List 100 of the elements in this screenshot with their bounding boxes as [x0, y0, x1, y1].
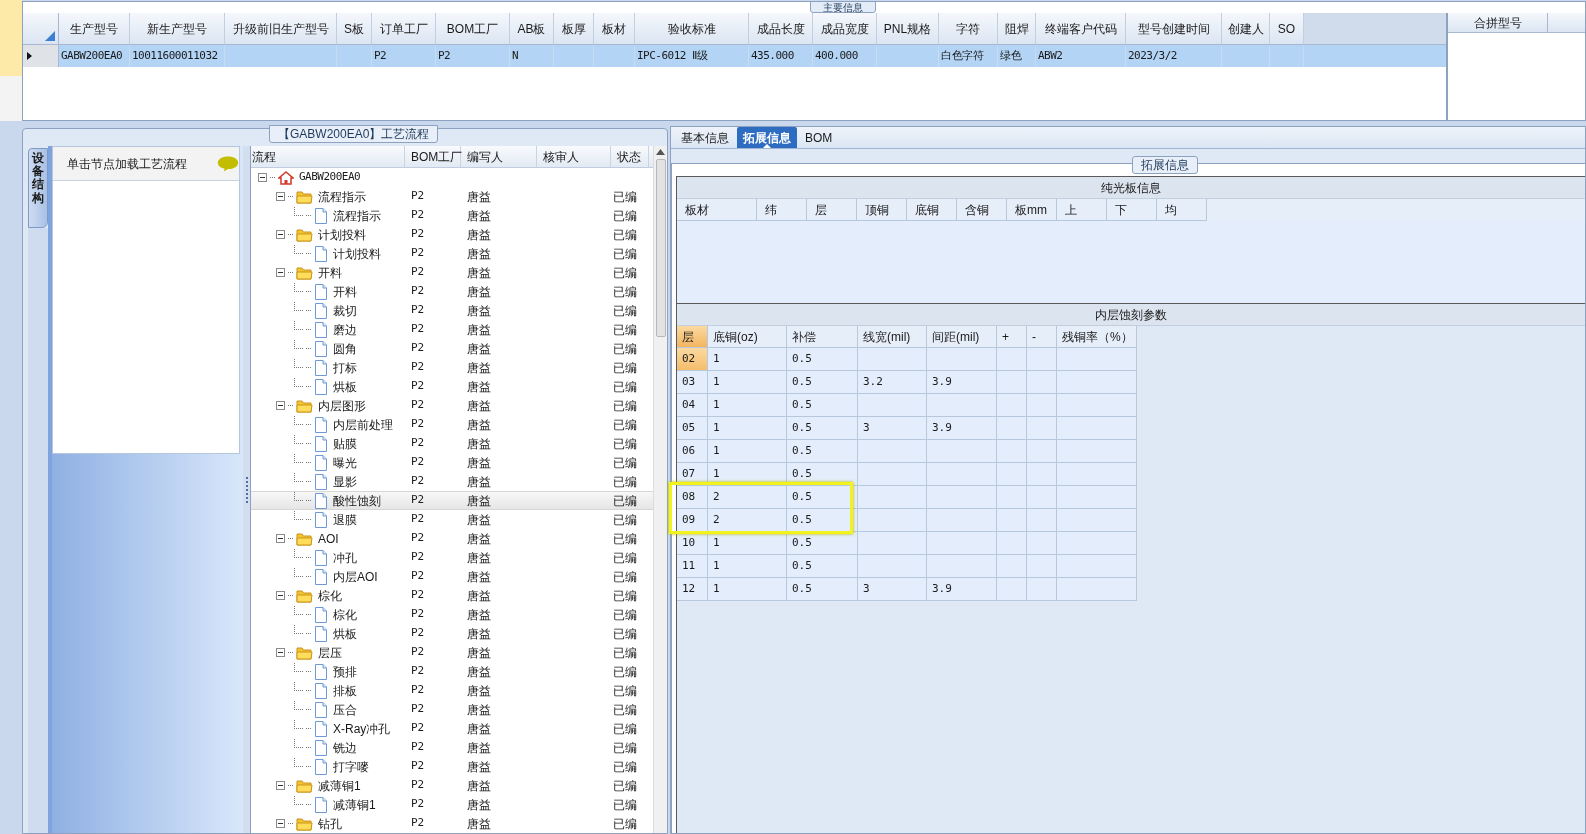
table-row[interactable]: GABW200EA0 10011600011032 P2 P2 N IPC-6012 Ⅱ级 435.000 400.000 白色字符 绿色 ABW2 2023/3/2 [23, 45, 1446, 67]
tree-row[interactable]: 裁切 P2 唐益 已编 [251, 301, 653, 320]
tree-row[interactable]: 压合 P2 唐益 已编 [251, 700, 653, 719]
tree-node-label[interactable]: 开料 [333, 282, 357, 301]
tree-row[interactable]: 曝光 P2 唐益 已编 [251, 453, 653, 472]
tree-row[interactable]: 内层图形 P2 唐益 已编 [251, 396, 653, 415]
table-row[interactable]: 12 1 0.5 3 3.9 [677, 578, 1137, 601]
tree-node-label[interactable]: 层压 [318, 643, 342, 662]
collapse-icon[interactable] [276, 401, 285, 410]
column-header[interactable]: + [997, 326, 1027, 348]
tree-node-label[interactable]: 钻孔 [318, 814, 342, 833]
column-header[interactable]: S板 [337, 13, 372, 44]
column-header[interactable]: AB板 [510, 13, 554, 44]
column-header[interactable]: 成品宽度 [813, 13, 877, 44]
tree-node-label[interactable]: 裁切 [333, 301, 357, 320]
scroll-thumb[interactable] [655, 159, 666, 337]
collapse-icon[interactable] [276, 230, 285, 239]
tree-row[interactable]: 流程指示 P2 唐益 已编 [251, 187, 653, 206]
column-header[interactable]: BOM工厂 [436, 13, 510, 44]
tree-node-label[interactable]: AOI [318, 529, 339, 548]
column-header[interactable]: 间距(mil) [927, 326, 997, 348]
tree-node-label[interactable]: 冲孔 [333, 548, 357, 567]
tree-node-label[interactable]: 内层AOI [333, 567, 378, 586]
column-header[interactable]: 残铜率（%） [1057, 326, 1137, 348]
column-header[interactable]: 状态 [611, 146, 649, 167]
tree-node-label[interactable]: 内层前处理 [333, 415, 393, 434]
tab[interactable]: BOM [799, 127, 839, 148]
tree-node-label[interactable]: 流程指示 [318, 187, 366, 206]
column-header[interactable]: 线宽(mil) [858, 326, 927, 348]
column-header[interactable]: 底铜(oz) [708, 326, 787, 348]
table-row[interactable]: 11 1 0.5 [677, 555, 1137, 578]
tree-row[interactable]: 冲孔 P2 唐益 已编 [251, 548, 653, 567]
collapse-icon[interactable] [276, 819, 285, 828]
column-header[interactable]: 订单工厂 [372, 13, 436, 44]
collapse-icon[interactable] [276, 591, 285, 600]
column-header[interactable]: 新生产型号 [130, 13, 225, 44]
table-row[interactable]: 07 1 0.5 [677, 463, 1137, 486]
collapse-icon[interactable] [276, 268, 285, 277]
tree-row[interactable]: 减薄铜1 P2 唐益 已编 [251, 795, 653, 814]
column-header[interactable]: 板材 [594, 13, 635, 44]
tree-node-label[interactable]: 预排 [333, 662, 357, 681]
tree-row[interactable]: 层压 P2 唐益 已编 [251, 643, 653, 662]
tree-node-label[interactable]: 减薄铜1 [333, 795, 376, 814]
tree-node-label[interactable]: 排板 [333, 681, 357, 700]
tree-node-label[interactable]: 内层图形 [318, 396, 366, 415]
tree-node-label[interactable]: 计划投料 [318, 225, 366, 244]
tree-row[interactable]: 流程指示 P2 唐益 已编 [251, 206, 653, 225]
column-header[interactable]: 核审人 [537, 146, 611, 167]
tree-row[interactable]: 酸性蚀刻 P2 唐益 已编 [251, 491, 653, 510]
tree-row[interactable]: 减薄铜1 P2 唐益 已编 [251, 776, 653, 795]
tree-node-label[interactable]: 显影 [333, 472, 357, 491]
tree-row[interactable]: 显影 P2 唐益 已编 [251, 472, 653, 491]
tree-node-label[interactable]: 开料 [318, 263, 342, 282]
table-row[interactable]: 09 2 0.5 [677, 509, 1137, 532]
tree-node-label[interactable]: 烘板 [333, 624, 357, 643]
column-header[interactable]: 型号创建时间 [1126, 13, 1222, 44]
collapse-icon[interactable] [258, 173, 267, 182]
column-header[interactable]: 编写人 [461, 146, 537, 167]
tree-row[interactable]: 开料 P2 唐益 已编 [251, 263, 653, 282]
tree-row[interactable]: 计划投料 P2 唐益 已编 [251, 244, 653, 263]
row-header[interactable]: 10 [677, 532, 708, 555]
tree-row[interactable]: X-Ray冲孔 P2 唐益 已编 [251, 719, 653, 738]
tree-row[interactable]: 磨边 P2 唐益 已编 [251, 320, 653, 339]
column-header[interactable]: PNL规格 [877, 13, 939, 44]
column-header[interactable]: 创建人 [1222, 13, 1270, 44]
collapse-icon[interactable] [276, 534, 285, 543]
tree-row[interactable]: 钻孔 P2 唐益 已编 [251, 814, 653, 833]
tab[interactable]: 基本信息 [675, 127, 735, 148]
tree-row[interactable]: 内层前处理 P2 唐益 已编 [251, 415, 653, 434]
tree-node-label[interactable]: 圆角 [333, 339, 357, 358]
row-header[interactable]: 11 [677, 555, 708, 578]
tree-row[interactable]: 预排 P2 唐益 已编 [251, 662, 653, 681]
tree-row[interactable]: 棕化 P2 唐益 已编 [251, 605, 653, 624]
column-header[interactable]: 板厚 [554, 13, 594, 44]
tree-node-label[interactable]: X-Ray冲孔 [333, 719, 391, 738]
splitter-grip[interactable] [245, 476, 248, 503]
tab[interactable]: 拓展信息 [737, 127, 797, 148]
column-header[interactable]: 层 [677, 326, 708, 348]
tree-row[interactable]: 打字嘜 P2 唐益 已编 [251, 757, 653, 776]
tree-row[interactable]: 排板 P2 唐益 已编 [251, 681, 653, 700]
column-header[interactable]: - [1027, 326, 1057, 348]
column-header[interactable]: 生产型号 [59, 13, 130, 44]
row-header[interactable]: 08 [677, 486, 708, 509]
tree-row[interactable]: 开料 P2 唐益 已编 [251, 282, 653, 301]
tree-node-label[interactable]: 铣边 [333, 738, 357, 757]
tree-node-label[interactable]: 磨边 [333, 320, 357, 339]
collapse-icon[interactable] [276, 781, 285, 790]
tree-node-label[interactable]: GABW200EA0 [299, 169, 361, 186]
tree-node-label[interactable]: 退膜 [333, 510, 357, 529]
row-header[interactable]: 06 [677, 440, 708, 463]
tree-node-label[interactable]: 打标 [333, 358, 357, 377]
tree-node-label[interactable]: 棕化 [333, 605, 357, 624]
tree-row[interactable]: 烘板 P2 唐益 已编 [251, 624, 653, 643]
tree-row[interactable]: 铣边 P2 唐益 已编 [251, 738, 653, 757]
tree-node-label[interactable]: 打字嘜 [333, 757, 369, 776]
tree-row[interactable]: 计划投料 P2 唐益 已编 [251, 225, 653, 244]
side-tab[interactable]: 设备结构 [28, 148, 48, 228]
table-row[interactable]: 03 1 0.5 3.2 3.9 [677, 371, 1137, 394]
tree-row[interactable]: 打标 P2 唐益 已编 [251, 358, 653, 377]
tree-node-label[interactable]: 流程指示 [333, 206, 381, 225]
